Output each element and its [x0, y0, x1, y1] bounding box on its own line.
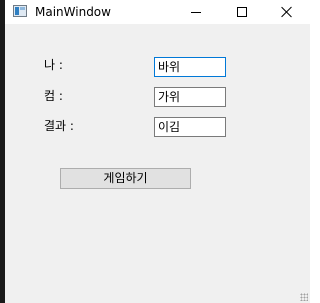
- app-icon: [13, 5, 27, 17]
- close-icon: [281, 6, 293, 18]
- maximize-icon: [237, 7, 247, 17]
- com-label: 컴 :: [44, 89, 63, 103]
- me-field[interactable]: 바위: [154, 57, 226, 77]
- com-field[interactable]: 가위: [154, 87, 226, 107]
- window-title: MainWindow: [35, 5, 111, 19]
- minimize-button[interactable]: [173, 0, 219, 24]
- result-label: 결과 :: [44, 119, 74, 133]
- close-button[interactable]: [264, 0, 310, 24]
- main-window: MainWindow 나 : 바위 컴 : 가위 결과 : 이김 게임하기: [0, 0, 310, 303]
- me-label: 나 :: [44, 58, 63, 72]
- background-window-edge: [0, 0, 5, 303]
- play-game-button[interactable]: 게임하기: [60, 168, 191, 189]
- minimize-icon: [191, 11, 201, 13]
- title-bar[interactable]: MainWindow: [5, 0, 310, 24]
- maximize-button[interactable]: [219, 0, 265, 24]
- resize-grip-icon[interactable]: [300, 293, 308, 301]
- result-field[interactable]: 이김: [154, 117, 226, 137]
